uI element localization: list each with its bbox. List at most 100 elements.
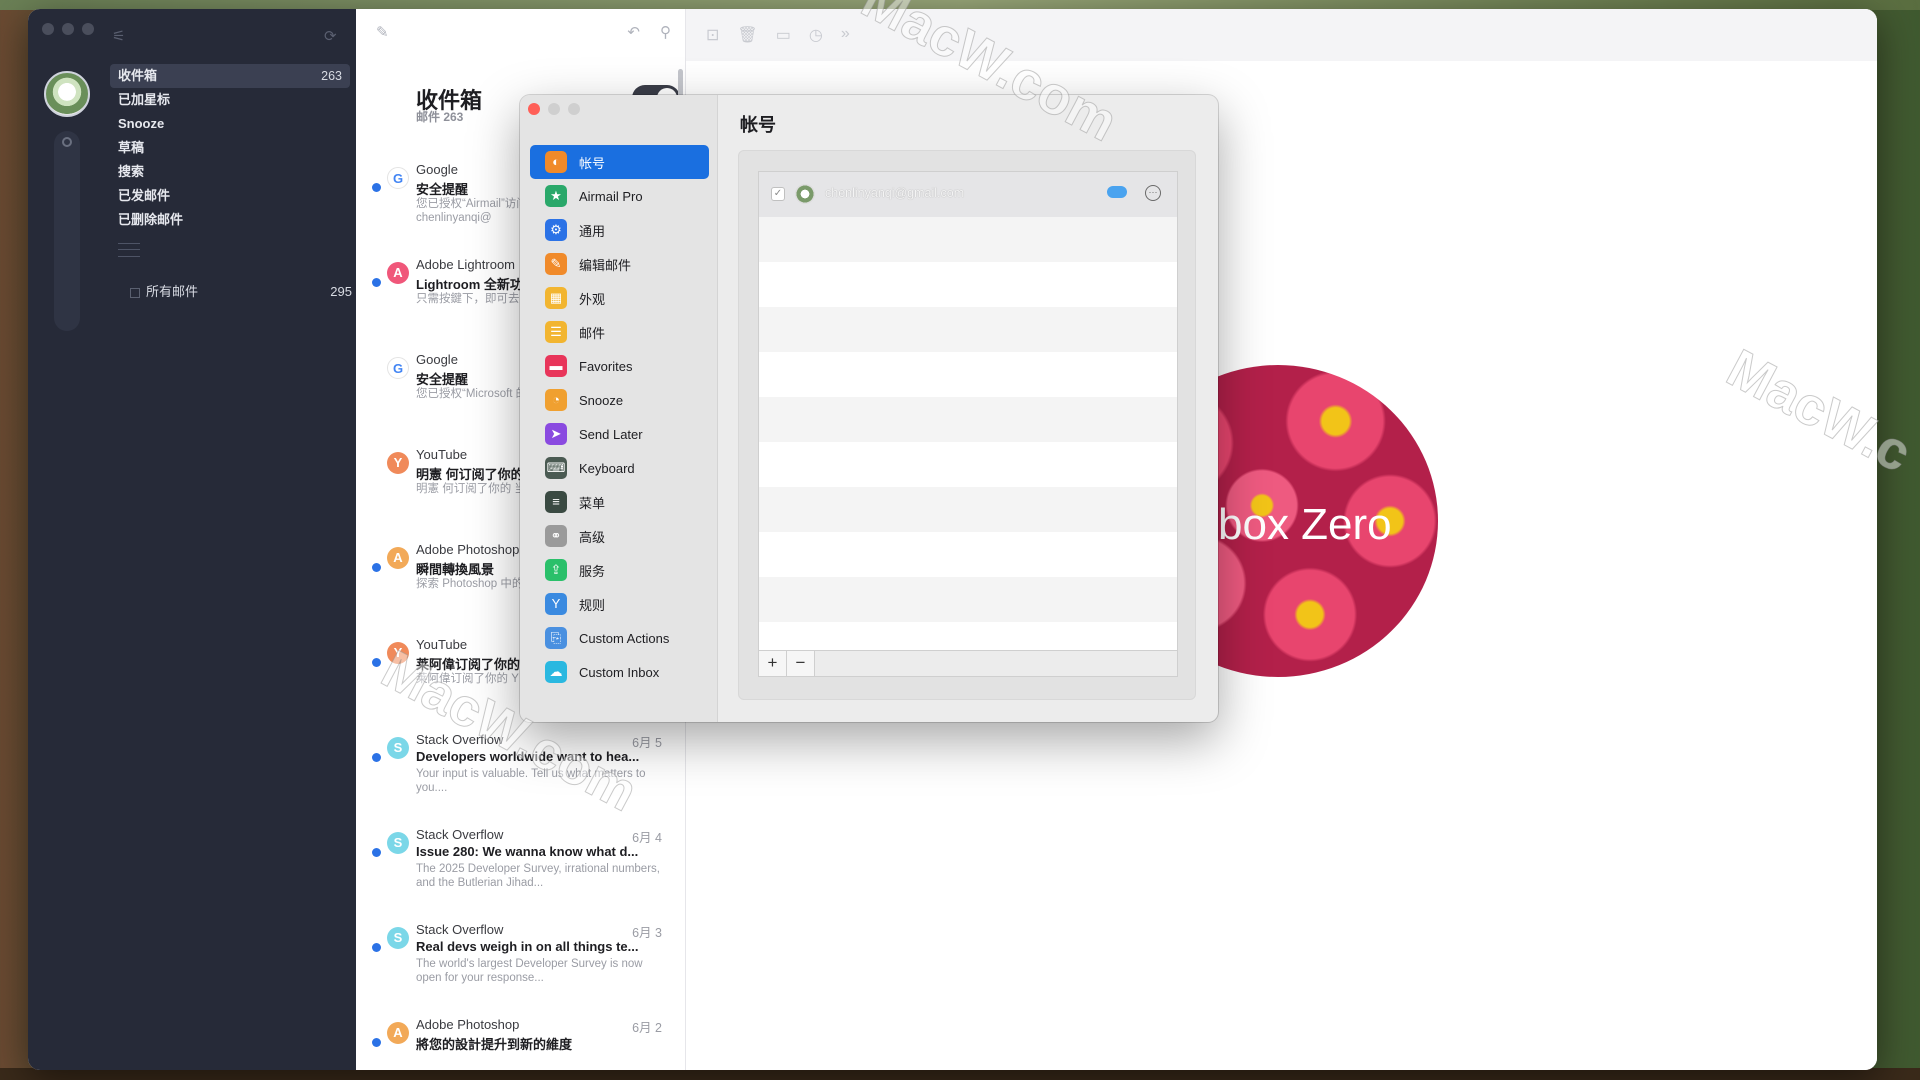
prefs-item-custom-actions[interactable]: ⎘ Custom Actions [530,621,709,655]
inbox-zero-text: box Zero [1218,500,1392,549]
folder-sent[interactable]: 已发邮件 [110,184,350,208]
prefs-item-custom-inbox[interactable]: ☁ Custom Inbox [530,655,709,689]
unread-dot-icon [372,183,381,192]
favorites-icon: ▬ [545,355,567,377]
account-rail [54,131,80,331]
message-preview: The world's largest Developer Survey is … [416,958,643,984]
advanced-icon: ⚭ [545,525,567,547]
prefs-item-snooze[interactable]: ◔ Snooze [530,383,709,417]
appearance-icon: ▦ [545,287,567,309]
zoom-window-button[interactable] [82,23,94,35]
sender-avatar-icon: G [387,167,409,189]
message-item[interactable]: A Adobe Photoshop 6月 2 將您的設計提升到新的維度 [356,1014,685,1070]
close-preferences-button[interactable] [528,103,540,115]
folder-label: 已删除邮件 [118,212,184,227]
empty-row [759,532,1177,577]
sidebar: ⚟ ⟳ 收件箱 263 已加星标 Snooze 草稿 搜索 已发邮件 已删除邮件… [28,9,356,1070]
snooze-icon[interactable]: ◷ [809,25,823,45]
unread-dot-icon [372,278,381,287]
account-enabled-checkbox[interactable]: ✓ [771,187,785,201]
sender-avatar-icon: A [387,1022,409,1044]
folder-label: Snooze [118,116,165,131]
folder-inbox[interactable]: 收件箱 263 [110,64,350,88]
folder-icon [130,287,140,298]
folder-trash[interactable]: 已删除邮件 [110,208,350,232]
remove-account-button[interactable]: − [787,651,815,676]
prefs-item-label: 规则 [579,597,606,613]
folder-label: 收件箱 [118,68,158,83]
account-more-button[interactable]: ··· [1145,185,1161,201]
empty-row [759,262,1177,307]
prefs-item-keyboard[interactable]: ⌨ Keyboard [530,451,709,485]
sync-icon[interactable]: ⟳ [324,27,337,45]
empty-row [759,487,1177,532]
sender-avatar-icon: A [387,547,409,569]
keyboard-icon: ⌨ [545,457,567,479]
message-preview [416,1052,661,1070]
folder-count: 295 [330,284,352,299]
prefs-item-菜单[interactable]: ≡ 菜单 [530,485,709,519]
folder-drafts[interactable]: 草稿 [110,136,350,160]
unread-dot-icon [372,658,381,667]
prefs-item-服务[interactable]: ⇪ 服务 [530,553,709,587]
empty-row [759,307,1177,352]
close-window-button[interactable] [42,23,54,35]
reply-icon[interactable]: ↶ [627,23,640,41]
message-preview: The 2025 Developer Survey, irrational nu… [416,863,660,889]
forward-icon[interactable]: » [841,25,850,45]
prefs-item-label: 编辑邮件 [579,257,632,273]
message-item[interactable]: S Stack Overflow 6月 3 Real devs weigh in on… [356,919,685,1013]
minimize-window-button[interactable] [62,23,74,35]
message-sender: Adobe Lightroom [416,257,516,272]
folder-search[interactable]: 搜索 [110,160,350,184]
trash-icon[interactable]: 🗑 [737,25,757,45]
accounts-panel: ✓ chenlinyanqi@gmail.com ··· + − [738,150,1196,700]
folder-label: 已加星标 [118,92,171,107]
folder-label: 草稿 [118,140,145,155]
prefs-item-邮件[interactable]: ☰ 邮件 [530,315,709,349]
prefs-item-send-later[interactable]: ➤ Send Later [530,417,709,451]
message-item[interactable]: S Stack Overflow 6月 4 Issue 280: We wanna k… [356,824,685,918]
sender-avatar-icon: S [387,737,409,759]
prefs-item-规则[interactable]: Y 规则 [530,587,709,621]
accounts-table: ✓ chenlinyanqi@gmail.com ··· [758,171,1178,651]
empty-row [759,577,1177,622]
list-toggle-icon[interactable] [118,243,140,257]
compose-icon: ✎ [545,253,567,275]
folder-count: 263 [321,69,342,83]
prefs-item-帐号[interactable]: ◐ 帐号 [530,145,709,179]
message-sender: Adobe Photoshop [416,542,520,557]
prefs-item-favorites[interactable]: ▬ Favorites [530,349,709,383]
compose-icon[interactable]: ✎ [376,24,389,41]
prefs-item-label: 菜单 [579,495,606,511]
folder-starred[interactable]: 已加星标 [110,88,350,112]
minimize-preferences-button[interactable] [548,103,560,115]
account-row[interactable]: ✓ chenlinyanqi@gmail.com ··· [759,172,1177,217]
mail-icon: ☰ [545,321,567,343]
folder-label: 已发邮件 [118,188,171,203]
empty-row [759,352,1177,397]
custom-actions-icon: ⎘ [545,627,567,649]
folder-snooze[interactable]: Snooze [110,112,350,136]
prefs-item-label: Snooze [579,392,624,408]
search-icon[interactable]: ⚲ [660,23,671,41]
prefs-item-高级[interactable]: ⚭ 高级 [530,519,709,553]
add-account-button[interactable]: + [759,651,787,676]
move-folder-icon[interactable]: ▭ [776,25,791,45]
zoom-preferences-button[interactable] [568,103,580,115]
account-avatar-icon [795,184,815,204]
prefs-item-label: Airmail Pro [579,188,643,204]
prefs-item-airmail-pro[interactable]: ★ Airmail Pro [530,179,709,213]
prefs-item-label: 外观 [579,291,606,307]
clock-icon: ◔ [545,389,567,411]
prefs-item-通用[interactable]: ⚙ 通用 [530,213,709,247]
folder-all-mail[interactable]: 所有邮件 295 [130,281,360,303]
prefs-item-label: 邮件 [579,325,606,341]
account-avatar[interactable] [44,71,90,117]
archive-icon[interactable]: ⊡ [706,25,719,45]
prefs-item-编辑邮件[interactable]: ✎ 编辑邮件 [530,247,709,281]
prefs-item-外观[interactable]: ▦ 外观 [530,281,709,315]
prefs-item-label: 高级 [579,529,606,545]
empty-row [759,217,1177,262]
filter-settings-icon[interactable]: ⚟ [112,27,125,45]
